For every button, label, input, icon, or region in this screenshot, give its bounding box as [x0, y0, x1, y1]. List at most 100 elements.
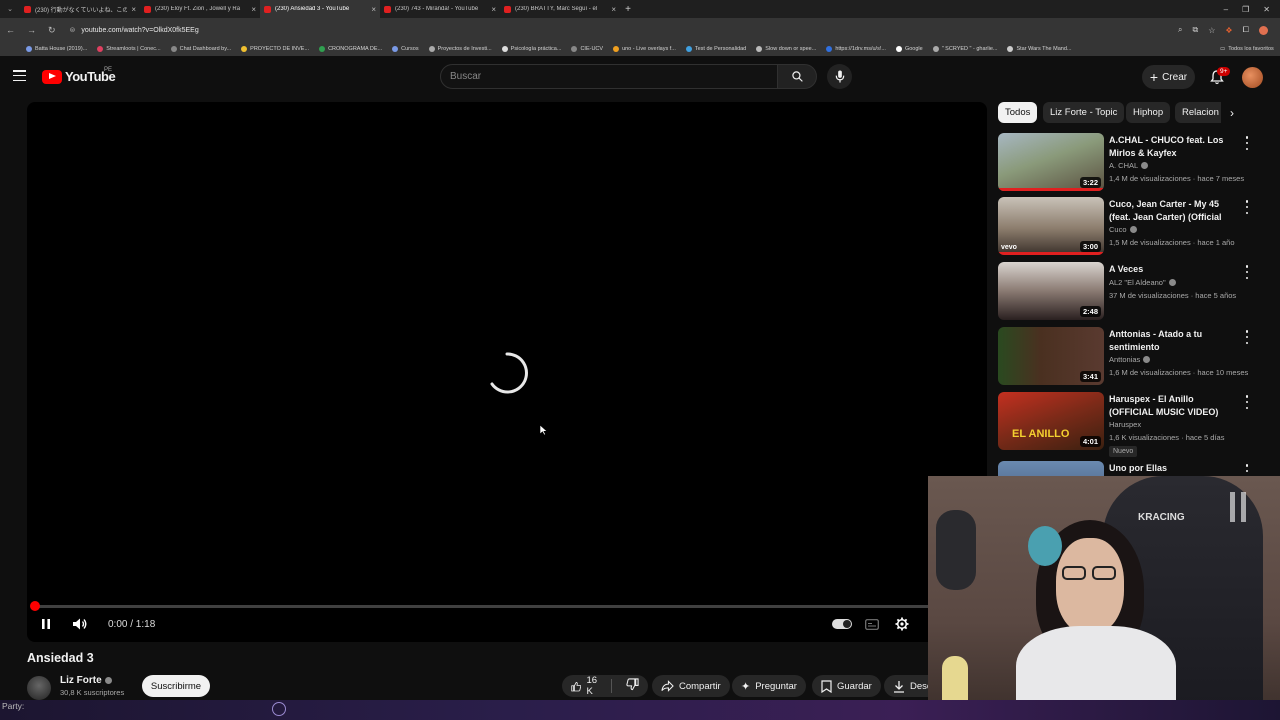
bookmark-label: CRONOGRAMA DE... — [328, 46, 383, 52]
search-button[interactable] — [777, 64, 817, 89]
bookmark-item[interactable]: Test de Personalidad — [685, 46, 746, 52]
vevo-logo: vevo — [1001, 244, 1017, 251]
extension-icon[interactable]: ❖ — [1225, 26, 1232, 35]
ask-button[interactable]: ✦ Preguntar — [732, 675, 806, 697]
youtube-play-logo-icon — [42, 69, 62, 84]
save-button[interactable]: Guardar — [812, 675, 881, 697]
pause-button[interactable] — [38, 616, 54, 632]
back-icon[interactable]: ← — [6, 25, 15, 36]
url-text: youtube.com/watch?v=OlkdX0fk5EEg — [81, 26, 199, 34]
more-options-icon[interactable] — [1244, 265, 1250, 279]
recommendation-item[interactable]: 3:22 A.CHAL - CHUCO feat. Los Mirlos & K… — [998, 133, 1258, 193]
recommendation-item[interactable]: 3:41 Anttonias - Atado a tu sentimiento … — [998, 327, 1258, 387]
all-bookmarks-button[interactable]: ▭ Todos los favoritos — [1220, 42, 1280, 56]
like-button[interactable]: 16 K — [571, 675, 602, 697]
channel-name-row[interactable]: Liz Forte — [60, 675, 112, 686]
share-button[interactable]: Compartir — [652, 675, 730, 697]
create-button[interactable]: + Crear — [1142, 65, 1195, 89]
overlay-logo-icon — [272, 702, 286, 716]
address-bar[interactable]: ⊜ youtube.com/watch?v=OlkdX0fk5EEg — [70, 26, 1179, 35]
menu-hamburger-icon[interactable] — [13, 70, 26, 81]
settings-button[interactable] — [893, 616, 911, 632]
close-tab-icon[interactable]: × — [131, 5, 136, 14]
recommendation-item[interactable]: Uno por Ellas — [998, 461, 1258, 477]
tab-search-icon[interactable]: ⌄ — [0, 5, 20, 13]
minimize-icon[interactable]: – — [1224, 5, 1228, 14]
channel-avatar[interactable] — [27, 676, 51, 700]
site-info-icon[interactable]: ⊜ — [70, 26, 76, 34]
bookmark-item[interactable]: PROYECTO DE INVE... — [241, 46, 309, 52]
rec-title: Uno por Ellas — [1109, 463, 1168, 473]
recommendation-item[interactable]: EL ANILLO 4:01 Haruspex - El Anillo (OFFI… — [998, 392, 1258, 458]
browser-tab[interactable]: (230) Eloy Ft. Zion , Jowell y Ra × — [140, 0, 260, 18]
close-tab-icon[interactable]: × — [611, 5, 616, 14]
rec-title: A Veces — [1109, 264, 1144, 274]
bookmark-item[interactable]: CIE-UCV — [571, 46, 603, 52]
reload-icon[interactable]: ↻ — [48, 25, 56, 36]
bookmark-item[interactable]: Google — [895, 46, 923, 52]
bookmark-item[interactable]: Streamloots | Conec... — [97, 46, 161, 52]
bookmark-item[interactable]: Batta House (2019)... — [26, 46, 87, 52]
video-thumbnail[interactable]: 3:22 — [998, 133, 1104, 191]
bookmark-label: Batta House (2019)... — [35, 46, 88, 52]
bookmark-item[interactable]: Proyectos de Investi... — [428, 46, 492, 52]
browser-tab[interactable]: (230) 743 - Miranda! - YouTube × — [380, 0, 500, 18]
browser-tab-active[interactable]: (230) Ansiedad 3 - YouTube × — [260, 0, 380, 18]
more-options-icon[interactable] — [1244, 395, 1250, 409]
install-icon[interactable]: ⧉ — [1193, 25, 1199, 35]
video-thumbnail[interactable]: vevo 3:00 — [998, 197, 1104, 255]
chip-todos[interactable]: Todos — [998, 102, 1038, 123]
autoplay-toggle[interactable] — [831, 616, 853, 632]
loading-spinner-icon — [490, 352, 528, 394]
video-thumbnail[interactable]: EL ANILLO 4:01 — [998, 392, 1104, 450]
bookmark-item[interactable]: " SCRYED " - gharlie... — [932, 46, 997, 52]
browser-tab[interactable]: (230) BRATTY, Marc Seguí - el × — [500, 0, 620, 18]
video-thumbnail[interactable]: 2:48 — [998, 262, 1104, 320]
bookmark-item[interactable]: Psicología práctica... — [501, 46, 561, 52]
subscribe-button[interactable]: Suscribirme — [142, 675, 210, 697]
volume-button[interactable] — [71, 616, 89, 632]
maximize-icon[interactable]: ❐ — [1242, 5, 1249, 14]
voice-search-button[interactable] — [827, 64, 852, 89]
extensions-puzzle-icon[interactable]: ⧠ — [1243, 25, 1249, 35]
scrubber-handle[interactable] — [30, 601, 40, 611]
new-tab-icon[interactable]: + — [620, 4, 636, 15]
close-tab-icon[interactable]: × — [491, 5, 496, 14]
chevron-right-icon[interactable]: › — [1230, 106, 1234, 120]
more-options-icon[interactable] — [1244, 136, 1250, 150]
video-thumbnail[interactable]: 3:41 — [998, 327, 1104, 385]
bookmark-item[interactable]: CRONOGRAMA DE... — [319, 46, 382, 52]
dislike-button[interactable] — [617, 678, 648, 694]
profile-avatar-icon[interactable] — [1259, 25, 1268, 35]
bookmark-item[interactable]: Star Wars The Mand... — [1007, 46, 1072, 52]
share-label: Compartir — [679, 680, 721, 692]
chip-liz-forte-topic[interactable]: Liz Forte - Topic — [1043, 102, 1125, 123]
more-options-icon[interactable] — [1244, 330, 1250, 344]
plus-icon: + — [1149, 69, 1159, 85]
bookmark-star-icon[interactable]: ☆ — [1208, 26, 1215, 35]
zoom-icon[interactable]: ⌕ — [1178, 25, 1182, 35]
avatar[interactable] — [1242, 67, 1263, 88]
progress-bar[interactable] — [35, 605, 980, 608]
browser-tab[interactable]: (230) 行動がなくていいよね、この! × — [20, 0, 140, 18]
bookmark-item[interactable]: Slow down or spee... — [756, 46, 816, 52]
video-thumbnail[interactable] — [998, 461, 1104, 477]
recommendation-item[interactable]: 2:48 A Veces AL2 "El Aldeano" 37 M de vi… — [998, 262, 1258, 322]
subtitles-button[interactable] — [863, 616, 881, 632]
bookmark-item[interactable]: Cursos — [392, 46, 419, 52]
tab-title: (230) 行動がなくていいよね、この! — [35, 7, 128, 14]
recommendation-item[interactable]: vevo 3:00 Cuco, Jean Carter - My 45 (feat… — [998, 197, 1258, 257]
more-options-icon[interactable] — [1244, 200, 1250, 214]
chip-relacionados[interactable]: Relacion — [1175, 102, 1221, 123]
bookmark-item[interactable]: Chat Dashboard by... — [170, 46, 231, 52]
bookmark-item[interactable]: uno - Live overlays f... — [613, 46, 676, 52]
video-player[interactable]: 0:00 / 1:18 — [27, 102, 987, 642]
bookmark-item[interactable]: https://1drv.ms/u/s!... — [826, 46, 886, 52]
chip-hiphop[interactable]: Hiphop — [1126, 102, 1171, 123]
search-input[interactable]: Buscar — [440, 64, 778, 89]
forward-icon[interactable]: → — [27, 25, 36, 36]
window-close-icon[interactable]: ✕ — [1263, 5, 1270, 14]
close-tab-icon[interactable]: × — [251, 5, 256, 14]
download-icon — [894, 680, 904, 693]
close-tab-icon[interactable]: × — [371, 5, 376, 14]
